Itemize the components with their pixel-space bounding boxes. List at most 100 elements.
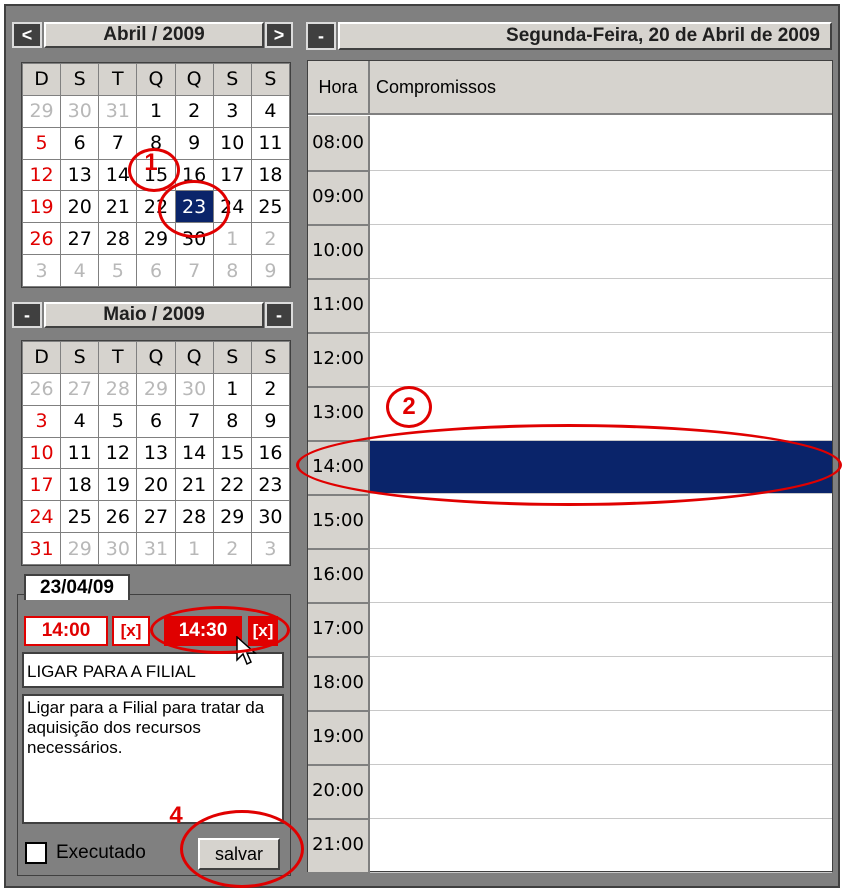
may-day-cell[interactable]: 26 (98, 500, 138, 534)
april-day-cell[interactable]: 10 (212, 126, 252, 160)
april-day-cell[interactable]: 2 (250, 222, 291, 256)
may-day-cell[interactable]: 22 (212, 468, 252, 502)
may-day-cell[interactable]: 1 (174, 532, 214, 565)
april-day-cell[interactable]: 4 (250, 94, 291, 128)
day-collapse-button[interactable]: - (306, 22, 336, 50)
may-day-cell[interactable]: 11 (60, 436, 100, 470)
may-day-cell[interactable]: 17 (21, 468, 62, 502)
appointment-slot[interactable] (370, 602, 832, 657)
may-day-cell[interactable]: 3 (21, 404, 62, 438)
april-day-cell[interactable]: 28 (98, 222, 138, 256)
april-day-cell[interactable]: 3 (212, 94, 252, 128)
april-day-cell[interactable]: 25 (250, 190, 291, 224)
may-day-cell[interactable]: 27 (136, 500, 176, 534)
appointment-slot[interactable] (370, 332, 832, 387)
april-day-cell[interactable]: 20 (60, 190, 100, 224)
may-day-cell[interactable]: 14 (174, 436, 214, 470)
start-time-field[interactable]: 14:00 (24, 616, 108, 646)
april-day-cell[interactable]: 17 (212, 158, 252, 192)
may-day-cell[interactable]: 12 (98, 436, 138, 470)
april-day-cell[interactable]: 6 (136, 254, 176, 287)
april-day-cell[interactable]: 9 (174, 126, 214, 160)
may-day-cell[interactable]: 30 (98, 532, 138, 565)
may-day-cell[interactable]: 7 (174, 404, 214, 438)
chevron-left-icon: < (21, 24, 33, 45)
may-day-cell[interactable]: 30 (250, 500, 291, 534)
may-day-cell[interactable]: 20 (136, 468, 176, 502)
may-day-cell[interactable]: 29 (136, 372, 176, 406)
hour-label: 16:00 (312, 564, 364, 585)
april-day-cell[interactable]: 7 (98, 126, 138, 160)
april-day-cell[interactable]: 6 (60, 126, 100, 160)
april-weekday-header: S (250, 63, 291, 96)
may-collapse-right-button[interactable]: - (265, 302, 293, 328)
april-day-cell[interactable]: 5 (98, 254, 138, 287)
april-day-cell[interactable]: 3 (21, 254, 62, 287)
may-day-cell[interactable]: 27 (60, 372, 100, 406)
may-day-cell[interactable]: 13 (136, 436, 176, 470)
april-day-cell[interactable]: 13 (60, 158, 100, 192)
appointment-slot[interactable] (370, 116, 832, 171)
april-day-cell[interactable]: 1 (136, 94, 176, 128)
appointment-slot[interactable] (370, 818, 832, 873)
may-day-cell[interactable]: 31 (136, 532, 176, 565)
may-day-cell[interactable]: 2 (212, 532, 252, 565)
april-day-cell[interactable]: 12 (21, 158, 62, 192)
executed-checkbox[interactable] (25, 842, 47, 864)
may-day-cell[interactable]: 8 (212, 404, 252, 438)
may-day-cell[interactable]: 23 (250, 468, 291, 502)
may-day-cell[interactable]: 19 (98, 468, 138, 502)
appointment-slot[interactable] (370, 656, 832, 711)
april-day-cell[interactable]: 5 (21, 126, 62, 160)
appointment-slot[interactable] (370, 710, 832, 765)
appointment-slot[interactable] (370, 224, 832, 279)
may-day-cell[interactable]: 31 (21, 532, 62, 565)
may-day-cell[interactable]: 18 (60, 468, 100, 502)
may-day-cell[interactable]: 30 (174, 372, 214, 406)
may-day-cell[interactable]: 9 (250, 404, 291, 438)
april-day-cell[interactable]: 21 (98, 190, 138, 224)
april-day-cell[interactable]: 30 (60, 94, 100, 128)
april-day-cell[interactable]: 4 (60, 254, 100, 287)
appointment-slot[interactable] (370, 764, 832, 819)
may-day-cell[interactable]: 1 (212, 372, 252, 406)
april-day-cell[interactable]: 2 (174, 94, 214, 128)
may-weekday-header: Q (174, 341, 214, 374)
description-textarea[interactable]: Ligar para a Filial para tratar da aquis… (22, 694, 284, 824)
april-day-cell[interactable]: 18 (250, 158, 291, 192)
may-collapse-left-button[interactable]: - (12, 302, 42, 328)
annotation-badge-1: 1 (144, 149, 158, 176)
may-day-cell[interactable]: 10 (21, 436, 62, 470)
may-day-cell[interactable]: 28 (174, 500, 214, 534)
appointment-slot[interactable] (370, 170, 832, 225)
may-day-cell[interactable]: 24 (21, 500, 62, 534)
april-day-cell[interactable]: 11 (250, 126, 291, 160)
april-day-cell[interactable]: 26 (21, 222, 62, 256)
may-day-cell[interactable]: 29 (212, 500, 252, 534)
may-day-cell[interactable]: 15 (212, 436, 252, 470)
may-day-cell[interactable]: 16 (250, 436, 291, 470)
may-day-cell[interactable]: 29 (60, 532, 100, 565)
hour-cell: 11:00 (308, 278, 368, 334)
appointment-slot[interactable] (370, 548, 832, 603)
prev-month-button[interactable]: < (12, 22, 42, 48)
may-day-cell[interactable]: 6 (136, 404, 176, 438)
april-day-cell[interactable]: 27 (60, 222, 100, 256)
may-day-cell[interactable]: 3 (250, 532, 291, 565)
may-day-cell[interactable]: 4 (60, 404, 100, 438)
may-day-cell[interactable]: 21 (174, 468, 214, 502)
may-day-cell[interactable]: 26 (21, 372, 62, 406)
start-time-clear-button[interactable]: [x] (112, 616, 150, 646)
may-day-cell[interactable]: 2 (250, 372, 291, 406)
next-month-button[interactable]: > (265, 22, 293, 48)
appointment-slot[interactable] (370, 278, 832, 333)
april-day-cell[interactable]: 7 (174, 254, 214, 287)
april-day-cell[interactable]: 9 (250, 254, 291, 287)
april-day-cell[interactable]: 31 (98, 94, 138, 128)
may-day-cell[interactable]: 28 (98, 372, 138, 406)
april-day-cell[interactable]: 8 (212, 254, 252, 287)
may-day-cell[interactable]: 25 (60, 500, 100, 534)
april-day-cell[interactable]: 19 (21, 190, 62, 224)
may-day-cell[interactable]: 5 (98, 404, 138, 438)
april-day-cell[interactable]: 29 (21, 94, 62, 128)
